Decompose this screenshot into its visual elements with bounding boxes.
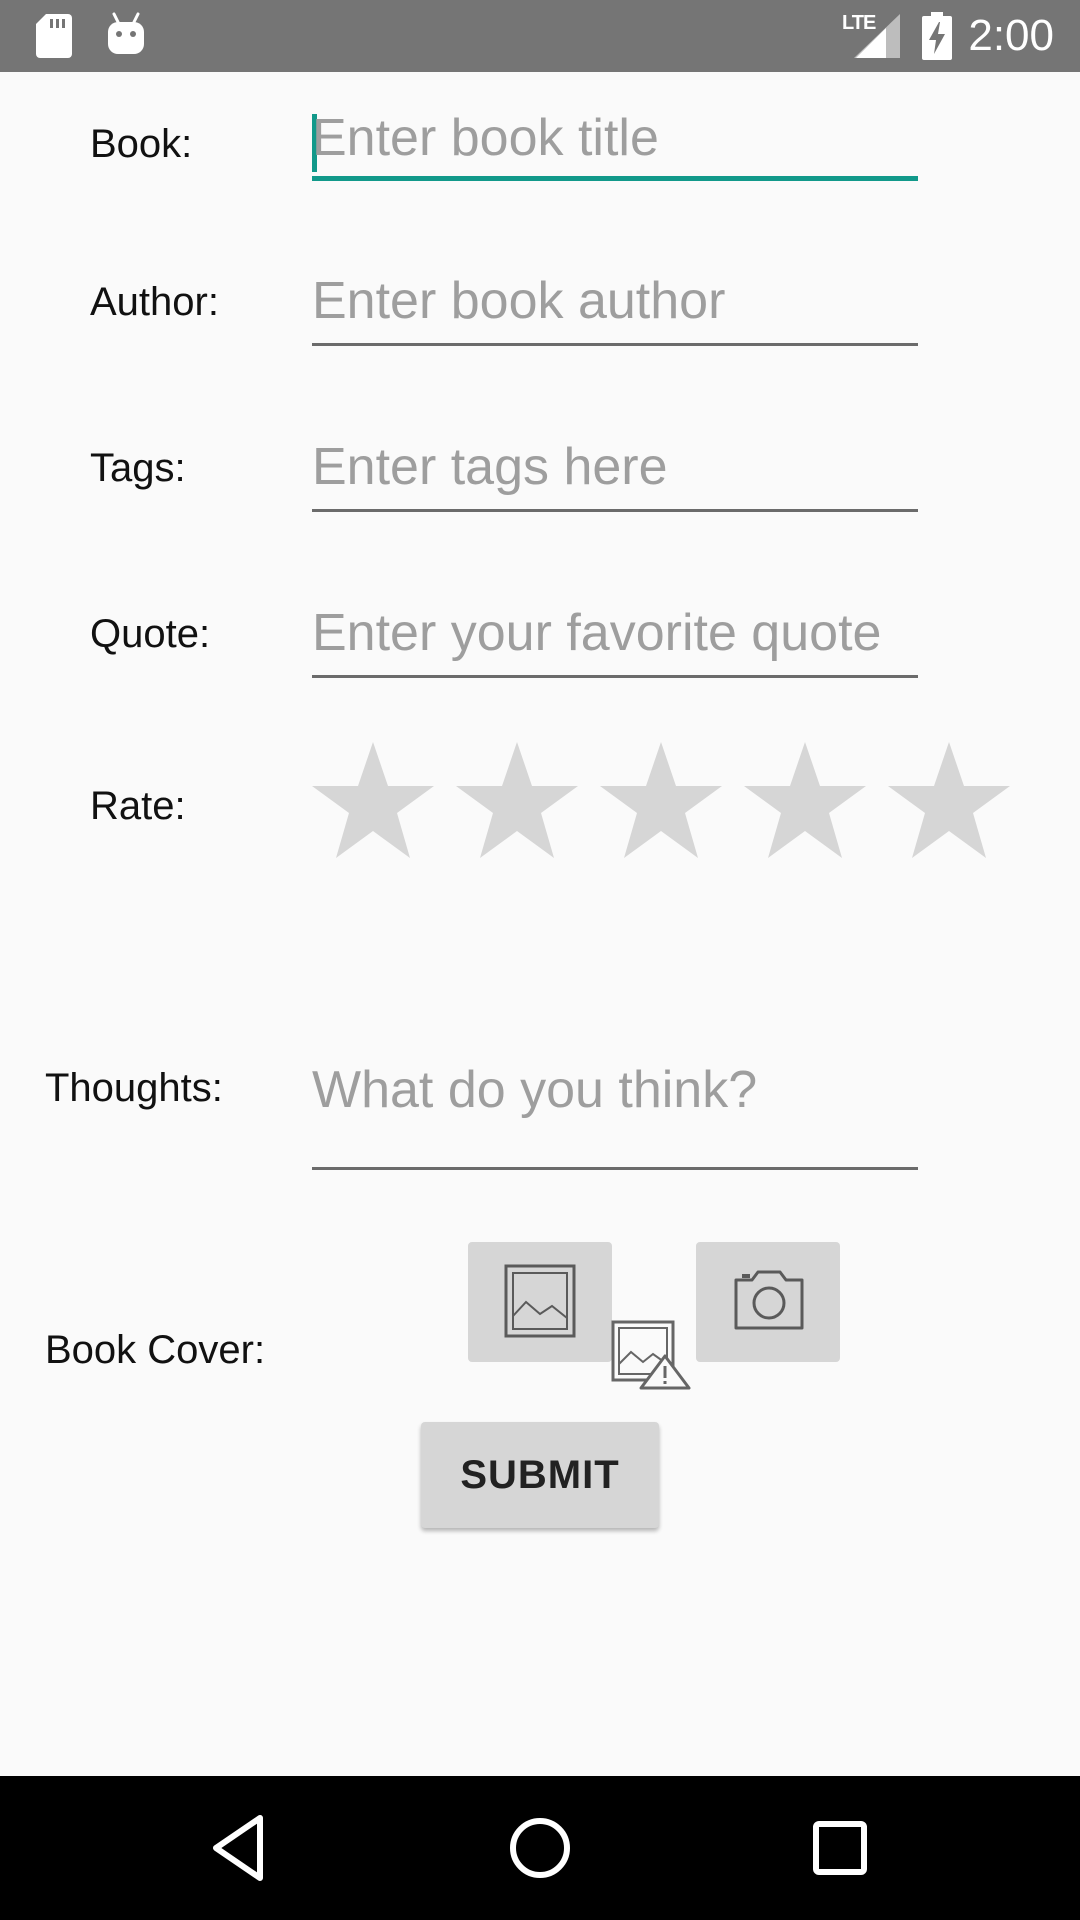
broken-image-icon bbox=[611, 1320, 691, 1390]
book-label: Book: bbox=[90, 122, 193, 166]
quote-underline bbox=[312, 675, 918, 678]
author-underline bbox=[312, 343, 918, 346]
quote-label: Quote: bbox=[90, 612, 211, 656]
home-icon[interactable] bbox=[492, 1800, 588, 1896]
battery-charging-icon bbox=[922, 12, 952, 60]
thoughts-field[interactable]: What do you think? bbox=[312, 1052, 918, 1172]
image-icon bbox=[504, 1264, 576, 1338]
star-2-icon[interactable] bbox=[454, 740, 580, 860]
book-title-underline bbox=[312, 176, 918, 181]
rating-bar[interactable] bbox=[310, 740, 1010, 870]
status-time: 2:00 bbox=[968, 11, 1054, 60]
thoughts-label: Thoughts: bbox=[45, 1066, 223, 1110]
rate-label: Rate: bbox=[90, 784, 186, 828]
status-bar: LTE 2:00 bbox=[0, 0, 1080, 72]
signal-icon bbox=[854, 14, 900, 58]
author-field[interactable]: Enter book author bbox=[312, 265, 918, 346]
quote-placeholder: Enter your favorite quote bbox=[312, 604, 882, 662]
star-1-icon[interactable] bbox=[310, 740, 436, 860]
quote-field[interactable]: Enter your favorite quote bbox=[312, 596, 918, 678]
android-icon bbox=[108, 12, 144, 54]
star-4-icon[interactable] bbox=[742, 740, 868, 860]
book-title-placeholder: Enter book title bbox=[312, 109, 659, 167]
thoughts-placeholder: What do you think? bbox=[312, 1061, 758, 1119]
book-cover-label: Book Cover: bbox=[45, 1328, 266, 1372]
tags-field[interactable]: Enter tags here bbox=[312, 430, 918, 512]
tags-underline bbox=[312, 509, 918, 512]
author-label: Author: bbox=[90, 280, 219, 324]
tags-placeholder: Enter tags here bbox=[312, 438, 668, 496]
book-title-field[interactable]: Enter book title bbox=[312, 100, 918, 190]
star-5-icon[interactable] bbox=[886, 740, 1012, 860]
back-icon[interactable] bbox=[192, 1800, 288, 1896]
thoughts-underline bbox=[312, 1167, 918, 1170]
submit-button[interactable]: SUBMIT bbox=[421, 1422, 659, 1528]
choose-image-button[interactable] bbox=[468, 1242, 612, 1362]
camera-icon bbox=[734, 1270, 804, 1330]
navigation-bar bbox=[0, 1776, 1080, 1920]
author-placeholder: Enter book author bbox=[312, 272, 726, 330]
recents-icon[interactable] bbox=[792, 1800, 888, 1896]
tags-label: Tags: bbox=[90, 446, 186, 490]
sd-card-icon bbox=[36, 14, 72, 58]
take-photo-button[interactable] bbox=[696, 1242, 840, 1362]
star-3-icon[interactable] bbox=[598, 740, 724, 860]
